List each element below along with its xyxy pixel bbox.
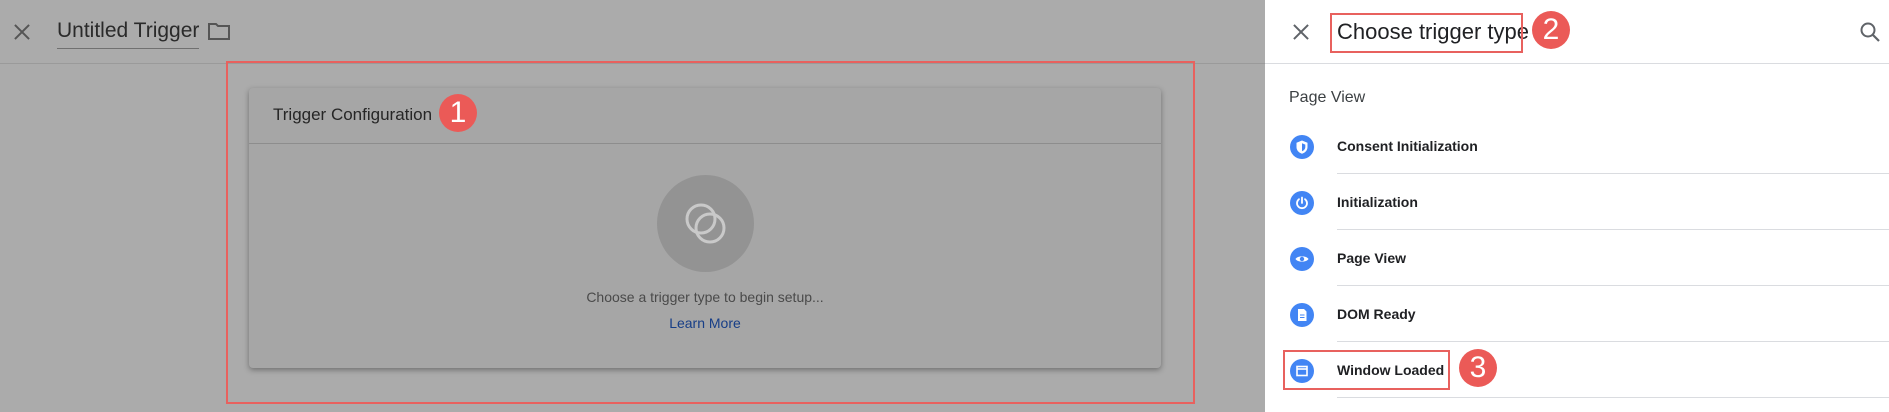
close-editor-icon[interactable] xyxy=(10,20,34,44)
annotation-badge-2: 2 xyxy=(1532,11,1570,49)
eye-icon xyxy=(1290,247,1314,271)
trigger-type-label: Consent Initialization xyxy=(1337,138,1478,154)
trigger-type-initialization[interactable]: Initialization xyxy=(1265,174,1889,230)
annotation-badge-3: 3 xyxy=(1459,349,1497,387)
power-icon xyxy=(1290,191,1314,215)
annotation-box-title xyxy=(1330,13,1523,53)
annotation-box-window-loaded xyxy=(1283,350,1450,390)
annotation-badge-1: 1 xyxy=(439,94,477,132)
trigger-type-label: Initialization xyxy=(1337,194,1418,210)
document-icon xyxy=(1290,303,1314,327)
shield-icon xyxy=(1290,135,1314,159)
annotation-box-card xyxy=(226,61,1195,404)
trigger-type-page-view[interactable]: Page View xyxy=(1265,230,1889,286)
trigger-name-field[interactable]: Untitled Trigger xyxy=(57,18,200,49)
close-panel-icon[interactable] xyxy=(1289,20,1313,44)
section-label-page-view: Page View xyxy=(1289,89,1366,106)
folder-icon[interactable] xyxy=(208,22,230,40)
editor-topbar: Untitled Trigger xyxy=(0,0,1265,64)
trigger-type-label: DOM Ready xyxy=(1337,306,1416,322)
trigger-type-dom-ready[interactable]: DOM Ready xyxy=(1265,286,1889,342)
divider xyxy=(1337,397,1889,398)
trigger-type-label: Page View xyxy=(1337,250,1407,266)
search-icon[interactable] xyxy=(1859,21,1881,43)
trigger-type-consent-initialization[interactable]: Consent Initialization xyxy=(1265,118,1889,174)
